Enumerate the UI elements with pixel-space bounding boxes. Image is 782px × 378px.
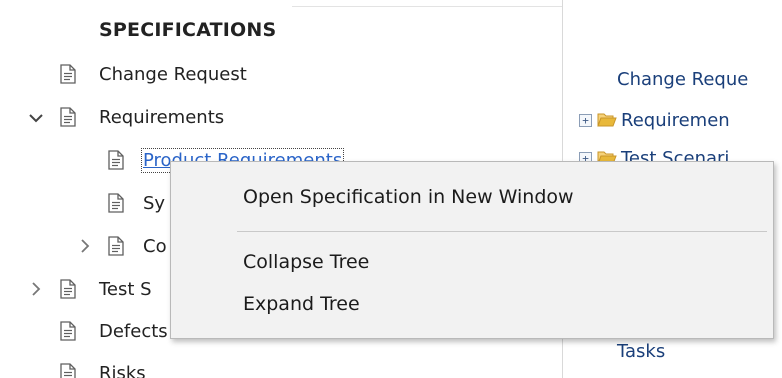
chevron-right-icon[interactable] xyxy=(77,238,93,254)
document-icon xyxy=(60,279,76,299)
tree-item-label: Sy xyxy=(143,192,166,214)
document-icon xyxy=(108,236,124,256)
tree-item-risks[interactable]: Risks xyxy=(0,357,300,378)
chevron-right-icon[interactable] xyxy=(28,281,44,297)
context-menu: Open Specification in New Window Collaps… xyxy=(170,161,774,339)
menu-item-expand-tree[interactable]: Expand Tree xyxy=(243,293,360,315)
document-icon xyxy=(60,321,76,341)
tree-item-label: Co xyxy=(143,235,167,257)
tree-item-label: Test S xyxy=(99,278,152,300)
tree-item-label: Requirements xyxy=(99,106,225,128)
menu-item-open-specification[interactable]: Open Specification in New Window xyxy=(243,186,574,208)
document-icon xyxy=(60,107,76,127)
folder-open-icon xyxy=(597,113,617,127)
panel-top-border xyxy=(292,6,562,7)
tree-item-label: Defects xyxy=(99,320,168,342)
menu-item-collapse-tree[interactable]: Collapse Tree xyxy=(243,251,369,273)
column-header-change-request[interactable]: Change Reque xyxy=(617,64,748,94)
document-icon xyxy=(60,64,76,84)
row-label: Requiremen xyxy=(621,109,730,131)
tree-item-label: Risks xyxy=(99,362,146,378)
menu-separator xyxy=(237,231,767,232)
tree-item-change-request[interactable]: Change Request xyxy=(0,58,300,90)
document-icon xyxy=(60,363,76,378)
row-requirements[interactable]: + Requiremen xyxy=(563,105,782,135)
section-header: SPECIFICATIONS xyxy=(99,19,277,41)
tree-item-label: Change Request xyxy=(99,63,247,85)
document-icon xyxy=(108,150,124,170)
plus-box-icon[interactable]: + xyxy=(579,114,592,127)
row-tasks[interactable]: Tasks xyxy=(617,336,665,366)
document-icon xyxy=(108,193,124,213)
chevron-down-icon[interactable] xyxy=(28,110,44,126)
tree-item-requirements[interactable]: Requirements xyxy=(0,101,300,133)
